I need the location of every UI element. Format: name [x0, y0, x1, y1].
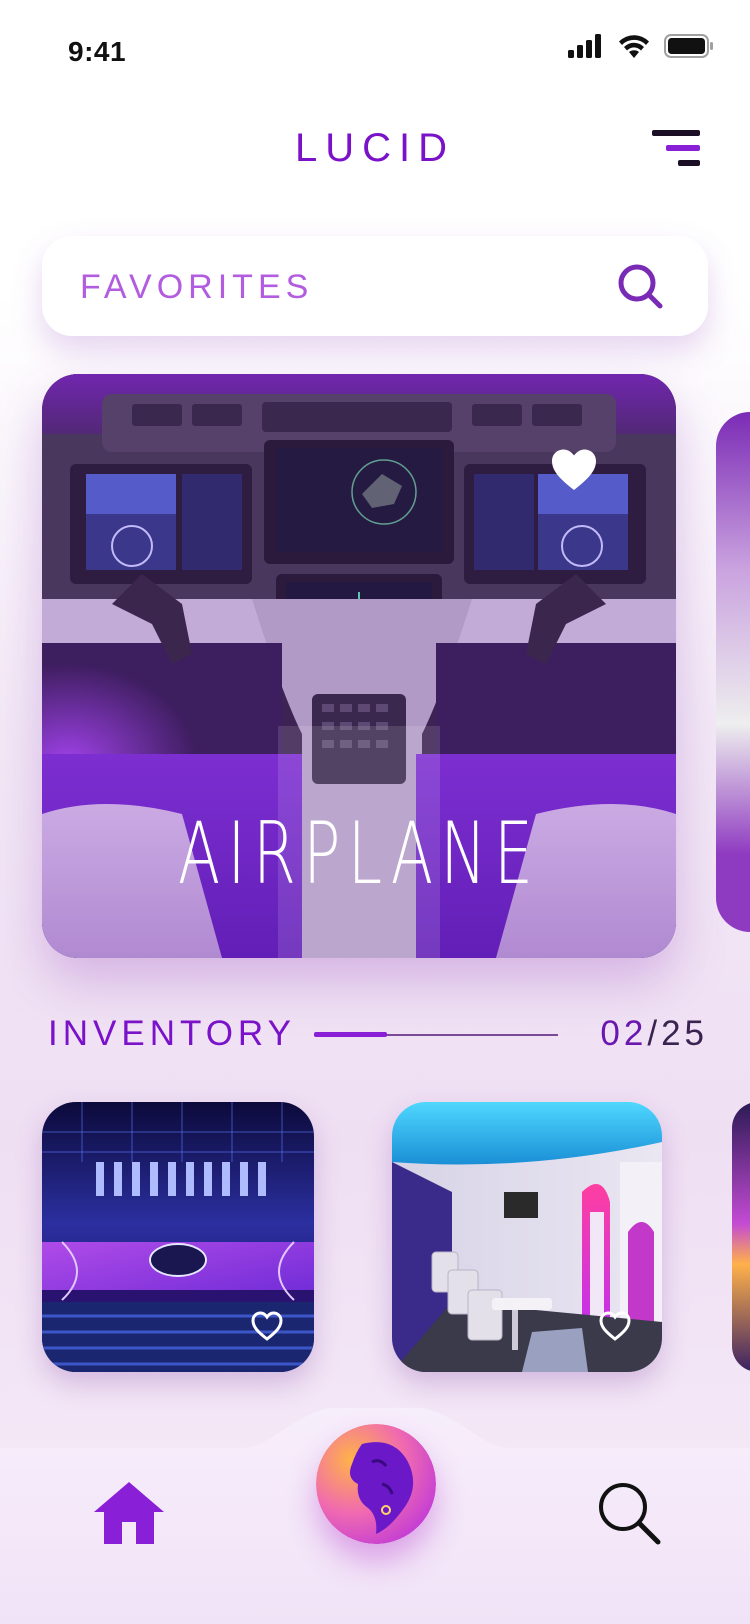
- inventory-progress-fill: [314, 1032, 388, 1037]
- menu-line-bottom: [678, 160, 700, 166]
- inventory-counter: 02/25: [600, 1014, 708, 1054]
- search-icon[interactable]: [616, 262, 664, 310]
- inventory-progress-track: [314, 1032, 558, 1037]
- next-card-peek[interactable]: [716, 412, 750, 932]
- search-bar[interactable]: FAVORITES: [42, 236, 708, 336]
- profile-avatar-button[interactable]: [316, 1424, 436, 1544]
- search-input[interactable]: FAVORITES: [80, 268, 313, 307]
- menu-line-top: [652, 130, 700, 136]
- status-icons: [568, 34, 714, 58]
- app-header: LUCID: [0, 110, 750, 190]
- inventory-total: 25: [661, 1014, 708, 1053]
- cellular-signal-icon: [568, 34, 601, 58]
- inventory-header: INVENTORY 02/25: [48, 1010, 704, 1060]
- search-icon[interactable]: [596, 1480, 662, 1546]
- battery-icon: [664, 34, 713, 58]
- filter-menu-button[interactable]: [650, 130, 700, 170]
- bottom-nav: [0, 1408, 750, 1624]
- status-bar: 9:41: [0, 0, 750, 100]
- home-icon[interactable]: [92, 1480, 166, 1546]
- menu-line-middle: [666, 145, 700, 151]
- status-time: 9:41: [68, 36, 127, 67]
- inventory-separator: /: [647, 1014, 662, 1053]
- heart-outline-icon[interactable]: [250, 1310, 284, 1342]
- profile-avatar: [316, 1424, 436, 1544]
- inventory-card-lounge[interactable]: [392, 1102, 662, 1372]
- brand-title: LUCID: [294, 126, 456, 170]
- hero-title: AIRPLANE: [177, 804, 541, 904]
- inventory-card-arena[interactable]: [42, 1102, 314, 1372]
- inventory-current: 02: [600, 1014, 648, 1053]
- next-inventory-peek[interactable]: [732, 1102, 750, 1372]
- wifi-icon: [619, 35, 649, 58]
- featured-card-airplane[interactable]: AIRPLANE: [42, 374, 676, 958]
- heart-outline-icon[interactable]: [598, 1310, 632, 1342]
- inventory-label: INVENTORY: [48, 1014, 296, 1053]
- heart-filled-icon[interactable]: [550, 448, 598, 492]
